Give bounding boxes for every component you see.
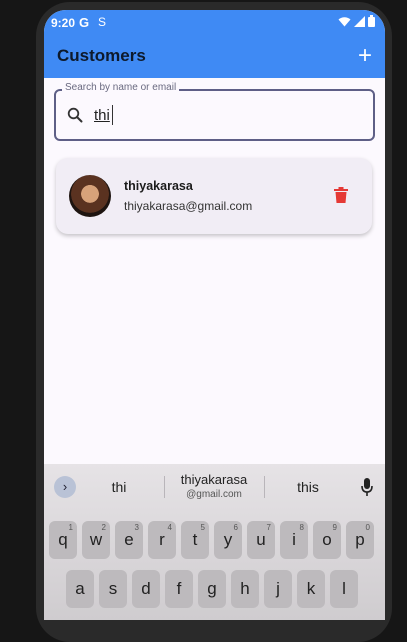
app-screen: 9:20 G S Customers + Search by name or e… (44, 10, 385, 620)
key-hint: 2 (101, 523, 106, 532)
suggestion-strip: › thi thiyakarasa @gmail.com this (44, 472, 385, 502)
customer-email: thiyakarasa@gmail.com (124, 199, 253, 213)
suggestion-right[interactable]: this (288, 479, 328, 495)
key-f[interactable]: f (165, 570, 193, 608)
key-label: i (292, 530, 296, 549)
key-label: k (306, 579, 316, 598)
key-r[interactable]: r4 (148, 521, 176, 559)
search-icon (67, 107, 83, 123)
key-u[interactable]: u7 (247, 521, 275, 559)
signal-icon (354, 15, 365, 27)
microphone-icon[interactable] (361, 478, 373, 496)
key-q[interactable]: q1 (49, 521, 77, 559)
key-hint: 6 (233, 523, 238, 532)
page-title: Customers (57, 46, 146, 65)
app-bar: Customers + (44, 36, 385, 78)
avatar (69, 175, 111, 217)
key-hint: 4 (167, 523, 172, 532)
key-label: p (355, 530, 365, 549)
key-label: l (342, 579, 346, 598)
battery-icon (368, 15, 375, 27)
status-time: 9:20 (51, 16, 76, 30)
key-label: j (276, 579, 280, 598)
key-l[interactable]: l (330, 570, 358, 608)
key-s[interactable]: s (99, 570, 127, 608)
key-hint: 0 (365, 523, 370, 532)
status-bar: 9:20 G S (44, 10, 385, 36)
search-label: Search by name or email (62, 82, 180, 93)
key-label: t (192, 530, 198, 549)
key-label: a (75, 579, 85, 598)
key-label: q (58, 530, 68, 549)
google-icon: G (79, 15, 90, 30)
key-j[interactable]: j (264, 570, 292, 608)
key-d[interactable]: d (132, 570, 160, 608)
key-label: e (124, 530, 134, 549)
key-p[interactable]: p0 (346, 521, 374, 559)
key-e[interactable]: e3 (115, 521, 143, 559)
key-hint: 3 (134, 523, 139, 532)
suggestion-divider (164, 476, 165, 498)
suggestion-left[interactable]: thi (102, 479, 136, 495)
key-label: s (108, 579, 118, 598)
key-h[interactable]: h (231, 570, 259, 608)
key-t[interactable]: t5 (181, 521, 209, 559)
key-hint: 7 (266, 523, 271, 532)
text-caret (112, 105, 113, 125)
wifi-icon (338, 16, 351, 26)
storage-icon: S (98, 15, 107, 29)
customer-card[interactable]: thiyakarasa thiyakarasa@gmail.com (56, 158, 372, 234)
suggestion-divider (264, 476, 265, 498)
add-customer-button[interactable]: + (358, 42, 372, 70)
key-y[interactable]: y6 (214, 521, 242, 559)
key-label: h (240, 579, 250, 598)
expand-toolbar-button[interactable]: › (54, 476, 76, 498)
key-o[interactable]: o9 (313, 521, 341, 559)
key-a[interactable]: a (66, 570, 94, 608)
key-hint: 8 (299, 523, 304, 532)
on-screen-keyboard: › thi thiyakarasa @gmail.com this q1w2e3… (44, 464, 385, 620)
key-label: f (176, 579, 182, 598)
key-hint: 9 (332, 523, 337, 532)
key-w[interactable]: w2 (82, 521, 110, 559)
suggestion-middle-sub: @gmail.com (186, 489, 242, 500)
status-icons (338, 15, 375, 27)
suggestion-middle[interactable]: thiyakarasa (170, 472, 258, 487)
key-i[interactable]: i8 (280, 521, 308, 559)
search-input[interactable]: Search by name or email thi (54, 82, 375, 141)
key-label: r (159, 530, 165, 549)
customer-name: thiyakarasa (124, 179, 193, 193)
key-g[interactable]: g (198, 570, 226, 608)
key-label: g (207, 579, 217, 598)
key-label: y (223, 530, 233, 549)
key-k[interactable]: k (297, 570, 325, 608)
search-value: thi (94, 107, 110, 124)
delete-icon[interactable] (334, 187, 348, 203)
key-hint: 1 (68, 523, 73, 532)
key-label: w (89, 530, 103, 549)
key-label: o (322, 530, 332, 549)
key-hint: 5 (200, 523, 205, 532)
key-label: u (256, 530, 266, 549)
key-label: d (141, 579, 151, 598)
